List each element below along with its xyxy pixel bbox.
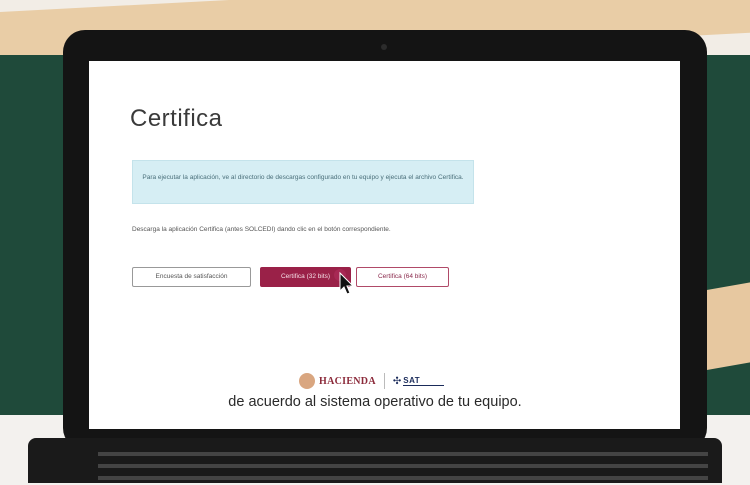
- hacienda-seal-icon: [299, 373, 315, 389]
- webcam-icon: [381, 44, 387, 50]
- laptop-screen: Certifica Para ejecutar la aplicación, v…: [89, 61, 680, 429]
- mouse-pointer-icon: [334, 269, 355, 295]
- download-64bit-button[interactable]: Certifica (64 bits): [356, 267, 449, 287]
- footer-logos: HACIENDA ✣ SAT: [299, 372, 445, 390]
- keyboard-row: [98, 464, 708, 468]
- keyboard-row: [98, 452, 708, 456]
- hacienda-logo: HACIENDA: [319, 375, 376, 387]
- survey-button[interactable]: Encuesta de satisfacción: [132, 267, 251, 287]
- video-caption: de acuerdo al sistema operativo de tu eq…: [228, 394, 522, 410]
- sat-logo: SAT: [403, 376, 445, 386]
- download-description: Descarga la aplicación Certifica (antes …: [132, 226, 391, 233]
- sat-logo-icon: ✣: [392, 375, 402, 387]
- laptop-keyboard: [28, 438, 722, 483]
- info-banner: Para ejecutar la aplicación, ve al direc…: [132, 160, 474, 204]
- page-title: Certifica: [130, 105, 223, 132]
- logo-divider: [383, 373, 385, 389]
